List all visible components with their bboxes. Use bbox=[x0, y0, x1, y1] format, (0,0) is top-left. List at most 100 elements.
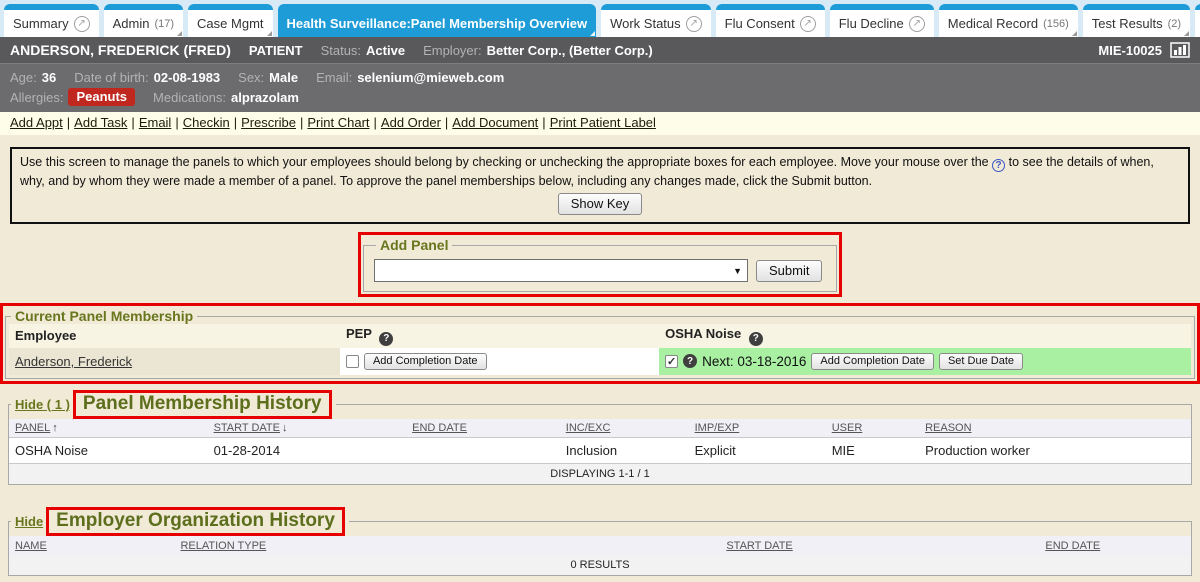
osha-noise-cell: ✓ ? Next: 03-18-2016 Add Completion Date… bbox=[659, 348, 1191, 375]
pep-help-icon[interactable]: ? bbox=[379, 332, 393, 346]
age-label: Age: bbox=[10, 70, 37, 85]
osha-help-icon[interactable]: ? bbox=[749, 332, 763, 346]
cell-panel: OSHA Noise bbox=[9, 438, 208, 464]
current-panel-annotation: Current Panel Membership Employee PEP ? … bbox=[0, 303, 1200, 384]
col-header-panel[interactable]: PANEL↑ bbox=[9, 419, 208, 438]
sort-desc-icon: ↓ bbox=[282, 422, 288, 434]
add-panel-submit-button[interactable]: Submit bbox=[756, 260, 822, 282]
pep-checkbox[interactable] bbox=[346, 355, 359, 368]
panel-history-table: PANEL↑ START DATE↓ END DATE INC/EXC IMP/… bbox=[9, 419, 1191, 465]
osha-next-help-icon[interactable]: ? bbox=[683, 354, 697, 368]
tab-medical-record[interactable]: Medical Record (156) bbox=[939, 4, 1078, 37]
employer-history-legend: Hide Employer Organization History bbox=[11, 507, 349, 536]
tab-label: Summary bbox=[13, 16, 69, 31]
tab-flu-decline[interactable]: Flu Decline ↗ bbox=[830, 4, 934, 37]
osha-add-completion-date-button[interactable]: Add Completion Date bbox=[811, 353, 934, 370]
help-icon[interactable]: ? bbox=[992, 159, 1005, 172]
col-header-employee: Employee bbox=[9, 324, 340, 348]
employer-history-results-status: 0 RESULTS bbox=[9, 555, 1191, 575]
action-add-task[interactable]: Add Task bbox=[74, 115, 127, 130]
patient-chart-id: MIE-10025 bbox=[1098, 43, 1162, 58]
tab-count: (17) bbox=[154, 18, 174, 30]
osha-next-date: Next: 03-18-2016 bbox=[702, 354, 806, 369]
col-header-pep: PEP ? bbox=[340, 324, 659, 348]
employer-history-table: NAME RELATION TYPE START DATE END DATE bbox=[9, 536, 1191, 555]
employee-link[interactable]: Anderson, Frederick bbox=[15, 354, 132, 369]
action-email[interactable]: Email bbox=[139, 115, 172, 130]
instructions-text-1: Use this screen to manage the panels to … bbox=[20, 155, 989, 169]
employer-history-title-annotation: Employer Organization History bbox=[46, 507, 345, 536]
tab-count: (156) bbox=[1043, 18, 1069, 30]
panel-history-hide-link[interactable]: Hide ( 1 ) bbox=[15, 397, 70, 412]
tab-label: Medical Record bbox=[948, 16, 1038, 31]
panel-history-title: Panel Membership History bbox=[83, 393, 322, 414]
table-row: Anderson, Frederick Add Completion Date … bbox=[9, 348, 1191, 375]
add-panel-annotation: Add Panel ▼ Submit bbox=[358, 232, 842, 297]
patient-banner: ANDERSON, FREDERICK (FRED) PATIENT Statu… bbox=[0, 37, 1200, 63]
tab-documents[interactable]: Documen bbox=[1195, 4, 1200, 37]
tab-label: Flu Decline bbox=[839, 16, 904, 31]
email-value: selenium@mieweb.com bbox=[357, 70, 504, 85]
panel-history-paging-status: DISPLAYING 1-1 / 1 bbox=[9, 464, 1191, 484]
show-key-button[interactable]: Show Key bbox=[558, 193, 643, 215]
tab-health-surveillance-panel-membership[interactable]: Health Surveillance:Panel Membership Ove… bbox=[278, 4, 597, 37]
col-header-osha-noise: OSHA Noise ? bbox=[659, 324, 1191, 348]
action-add-order[interactable]: Add Order bbox=[381, 115, 441, 130]
col-header-relation-type[interactable]: RELATION TYPE bbox=[174, 536, 564, 555]
tab-work-status[interactable]: Work Status ↗ bbox=[601, 4, 711, 37]
dob-value: 02-08-1983 bbox=[154, 70, 221, 85]
age-value: 36 bbox=[42, 70, 56, 85]
popout-icon[interactable]: ↗ bbox=[74, 16, 90, 32]
pep-add-completion-date-button[interactable]: Add Completion Date bbox=[364, 353, 487, 370]
action-links-bar: Add Appt|Add Task|Email|Checkin|Prescrib… bbox=[0, 112, 1200, 135]
cell-user: MIE bbox=[826, 438, 919, 464]
tab-case-mgmt[interactable]: Case Mgmt bbox=[188, 4, 272, 37]
employer-history-title: Employer Organization History bbox=[56, 510, 335, 531]
status-value: Active bbox=[366, 43, 405, 58]
add-panel-select[interactable]: ▼ bbox=[374, 259, 748, 282]
col-header-inc-exc[interactable]: INC/EXC bbox=[560, 419, 689, 438]
col-header-imp-exp[interactable]: IMP/EXP bbox=[689, 419, 826, 438]
add-panel-legend: Add Panel bbox=[376, 237, 452, 253]
action-print-chart[interactable]: Print Chart bbox=[307, 115, 369, 130]
col-header-start-date[interactable]: START DATE bbox=[565, 536, 955, 555]
col-header-user[interactable]: USER bbox=[826, 419, 919, 438]
col-header-end-date[interactable]: END DATE bbox=[955, 536, 1191, 555]
tab-flu-consent[interactable]: Flu Consent ↗ bbox=[716, 4, 825, 37]
osha-checkbox[interactable]: ✓ bbox=[665, 355, 678, 368]
action-print-patient-label[interactable]: Print Patient Label bbox=[550, 115, 656, 130]
sex-value: Male bbox=[269, 70, 298, 85]
bar-chart-icon[interactable] bbox=[1170, 42, 1190, 58]
col-header-end-date[interactable]: END DATE bbox=[406, 419, 560, 438]
tab-test-results[interactable]: Test Results (2) bbox=[1083, 4, 1190, 37]
action-prescribe[interactable]: Prescribe bbox=[241, 115, 296, 130]
current-panel-legend: Current Panel Membership bbox=[11, 308, 197, 324]
employer-value: Better Corp., (Better Corp.) bbox=[487, 43, 653, 58]
medications-label: Medications: bbox=[153, 90, 226, 105]
popout-icon[interactable]: ↗ bbox=[800, 16, 816, 32]
employer-history-hide-link[interactable]: Hide bbox=[15, 514, 43, 529]
current-panel-table: Employee PEP ? OSHA Noise ? Anderson, Fr… bbox=[9, 324, 1191, 375]
add-panel-section: Add Panel ▼ Submit bbox=[363, 237, 837, 292]
cell-start-date: 01-28-2014 bbox=[208, 438, 407, 464]
tab-summary[interactable]: Summary ↗ bbox=[4, 4, 99, 37]
cell-imp-exp: Explicit bbox=[689, 438, 826, 464]
action-add-document[interactable]: Add Document bbox=[452, 115, 538, 130]
osha-set-due-date-button[interactable]: Set Due Date bbox=[939, 353, 1023, 370]
col-header-start-date[interactable]: START DATE↓ bbox=[208, 419, 407, 438]
table-row: OSHA Noise 01-28-2014 Inclusion Explicit… bbox=[9, 438, 1191, 464]
select-dropdown-arrow-icon: ▼ bbox=[733, 266, 742, 276]
popout-icon[interactable]: ↗ bbox=[909, 16, 925, 32]
tab-admin[interactable]: Admin (17) bbox=[104, 4, 183, 37]
main-content: Use this screen to manage the panels to … bbox=[0, 135, 1200, 582]
allergy-badge[interactable]: Peanuts bbox=[68, 88, 135, 106]
col-header-reason[interactable]: REASON bbox=[919, 419, 1191, 438]
email-label: Email: bbox=[316, 70, 352, 85]
popout-icon[interactable]: ↗ bbox=[686, 16, 702, 32]
sort-asc-icon: ↑ bbox=[52, 422, 58, 434]
action-checkin[interactable]: Checkin bbox=[183, 115, 230, 130]
action-add-appt[interactable]: Add Appt bbox=[10, 115, 63, 130]
col-header-name[interactable]: NAME bbox=[9, 536, 174, 555]
tab-label: Admin bbox=[113, 16, 150, 31]
medications-value: alprazolam bbox=[231, 90, 299, 105]
